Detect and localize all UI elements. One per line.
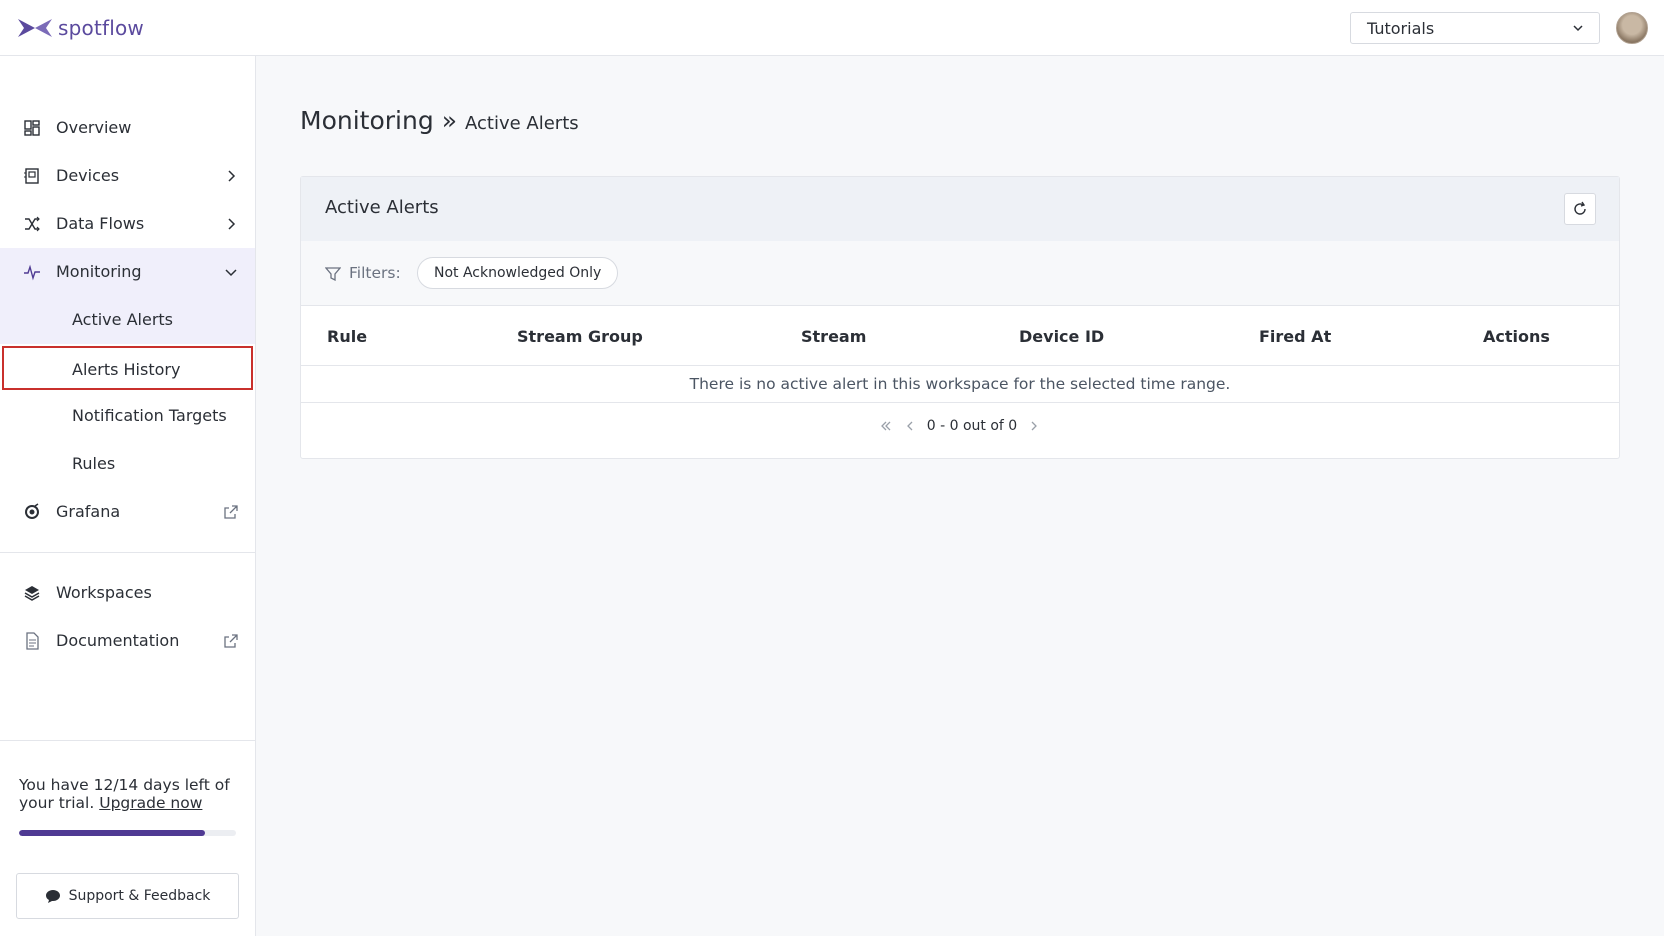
sidebar-item-label: Alerts History bbox=[72, 360, 181, 379]
sidebar-item-devices[interactable]: Devices bbox=[0, 152, 255, 200]
upgrade-link[interactable]: Upgrade now bbox=[99, 794, 202, 812]
chat-bubble-icon bbox=[45, 890, 60, 903]
sidebar-item-monitoring[interactable]: Monitoring bbox=[0, 248, 255, 296]
chevron-down-icon bbox=[225, 269, 237, 277]
filter-icon bbox=[325, 267, 341, 281]
empty-state-message: There is no active alert in this workspa… bbox=[301, 367, 1619, 403]
device-icon bbox=[24, 168, 39, 184]
column-header-fired-at[interactable]: Fired At bbox=[1259, 327, 1331, 346]
user-avatar[interactable] bbox=[1616, 12, 1648, 44]
next-page-icon[interactable] bbox=[1027, 419, 1041, 433]
support-label: Support & Feedback bbox=[68, 888, 211, 904]
grafana-icon bbox=[25, 503, 39, 519]
shuffle-icon bbox=[25, 216, 40, 232]
spotflow-logo[interactable]: spotflow bbox=[16, 16, 144, 40]
refresh-icon bbox=[1574, 201, 1586, 215]
pulse-icon bbox=[24, 264, 40, 281]
card-header: Active Alerts bbox=[301, 177, 1619, 241]
sidebar-item-label: Documentation bbox=[56, 631, 180, 650]
document-icon bbox=[26, 632, 39, 650]
breadcrumb-current: Active Alerts bbox=[465, 113, 579, 134]
filters-label: Filters: bbox=[349, 264, 401, 282]
logo-text: spotflow bbox=[58, 16, 144, 40]
breadcrumb-separator: » bbox=[441, 106, 457, 135]
pagination: 0 - 0 out of 0 bbox=[301, 414, 1619, 438]
sidebar-item-active-alerts[interactable]: Active Alerts bbox=[0, 296, 255, 344]
external-link-icon bbox=[224, 505, 238, 519]
sidebar-item-overview[interactable]: Overview bbox=[0, 104, 255, 152]
grid-icon bbox=[24, 120, 40, 136]
filter-chip-not-acknowledged[interactable]: Not Acknowledged Only bbox=[417, 257, 619, 289]
sidebar-item-label: Data Flows bbox=[56, 214, 145, 233]
breadcrumb-monitoring[interactable]: Monitoring bbox=[300, 106, 434, 135]
sidebar-item-label: Notification Targets bbox=[72, 406, 227, 425]
breadcrumb: Monitoring » Active Alerts bbox=[300, 106, 579, 135]
chevron-down-icon bbox=[1573, 25, 1583, 32]
sidebar-divider bbox=[0, 552, 255, 553]
chevron-right-icon bbox=[228, 170, 236, 182]
sidebar-item-label: Rules bbox=[72, 454, 116, 473]
workspace-select-value: Tutorials bbox=[1367, 18, 1435, 38]
sidebar-item-rules[interactable]: Rules bbox=[0, 440, 255, 488]
layers-icon bbox=[24, 586, 40, 601]
column-header-device-id[interactable]: Device ID bbox=[1019, 327, 1104, 346]
card-title: Active Alerts bbox=[325, 197, 439, 218]
previous-page-icon[interactable] bbox=[903, 419, 917, 433]
sidebar-item-documentation[interactable]: Documentation bbox=[0, 617, 255, 665]
top-header: spotflow Tutorials bbox=[0, 0, 1664, 56]
sidebar-item-data-flows[interactable]: Data Flows bbox=[0, 200, 255, 248]
spotflow-logo-icon bbox=[18, 19, 52, 37]
column-header-actions: Actions bbox=[1483, 327, 1550, 346]
refresh-button[interactable] bbox=[1564, 193, 1596, 225]
sidebar-item-label: Grafana bbox=[56, 502, 121, 521]
sidebar-item-alerts-history[interactable]: Alerts History bbox=[0, 346, 255, 394]
first-page-icon[interactable] bbox=[879, 419, 893, 433]
trial-progress-bar bbox=[19, 830, 236, 836]
sidebar-item-label: Active Alerts bbox=[72, 310, 173, 329]
pagination-status: 0 - 0 out of 0 bbox=[926, 418, 1018, 434]
sidebar-item-notification-targets[interactable]: Notification Targets bbox=[0, 392, 255, 440]
table-header: Rule Stream Group Stream Device ID Fired… bbox=[301, 307, 1619, 366]
chevron-right-icon bbox=[228, 218, 236, 230]
active-alerts-card: Active Alerts Filters: Not Acknowledged … bbox=[300, 176, 1620, 459]
support-feedback-button[interactable]: Support & Feedback bbox=[16, 873, 239, 919]
column-header-stream-group[interactable]: Stream Group bbox=[517, 327, 643, 346]
external-link-icon bbox=[224, 634, 238, 648]
trial-notice: You have 12/14 days left of your trial. … bbox=[19, 776, 239, 812]
filter-row: Filters: Not Acknowledged Only bbox=[301, 241, 1619, 306]
sidebar-divider bbox=[0, 740, 255, 741]
column-header-rule[interactable]: Rule bbox=[327, 327, 367, 346]
sidebar-item-label: Devices bbox=[56, 166, 120, 185]
sidebar: Overview Devices Data Flows Monitoring A… bbox=[0, 56, 256, 936]
column-header-stream[interactable]: Stream bbox=[801, 327, 866, 346]
workspace-select[interactable]: Tutorials bbox=[1350, 12, 1600, 44]
trial-progress-fill bbox=[19, 830, 205, 836]
sidebar-item-label: Overview bbox=[56, 118, 132, 137]
sidebar-item-label: Monitoring bbox=[56, 262, 142, 281]
sidebar-item-label: Workspaces bbox=[56, 583, 152, 602]
sidebar-item-workspaces[interactable]: Workspaces bbox=[0, 569, 255, 617]
sidebar-item-grafana[interactable]: Grafana bbox=[0, 488, 255, 536]
